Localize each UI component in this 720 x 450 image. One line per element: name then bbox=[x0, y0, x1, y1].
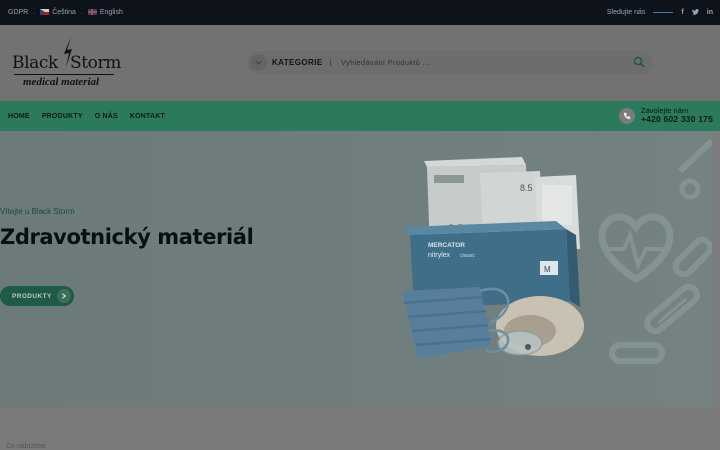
follow-label: Sledujte nás bbox=[606, 9, 646, 16]
nav-item-kontakt[interactable]: KONTAKT bbox=[130, 113, 165, 120]
products-button-label: PRODUKTY bbox=[12, 292, 52, 300]
logo-tagline: medical material bbox=[23, 76, 100, 88]
svg-text:nitrylex: nitrylex bbox=[428, 252, 451, 259]
linkedin-icon[interactable]: in bbox=[707, 9, 713, 16]
svg-text:M: M bbox=[544, 265, 551, 274]
thermometer-icon bbox=[644, 283, 700, 335]
page-scrollbar[interactable] bbox=[712, 131, 720, 407]
svg-text:classic: classic bbox=[460, 253, 476, 259]
category-label[interactable]: KATEGORIE bbox=[272, 51, 323, 74]
lightning-bolt-icon bbox=[64, 37, 72, 67]
nav-items: HOME PRODUKTY O NÁS KONTAKT bbox=[8, 101, 165, 131]
nav-item-o-nas[interactable]: O NÁS bbox=[95, 113, 118, 120]
nav-item-home[interactable]: HOME bbox=[8, 113, 30, 120]
top-bar: GDPR . Čeština . English Sledujte nás f … bbox=[0, 0, 720, 25]
search-bar: KATEGORIE bbox=[247, 51, 653, 74]
logo[interactable]: Black Storm medical material bbox=[12, 37, 121, 89]
syringe-icon bbox=[677, 138, 712, 200]
search-input[interactable] bbox=[341, 54, 621, 71]
language-english[interactable]: English bbox=[87, 9, 123, 16]
hero-banner: Vítejte u Black Storm Zdravotnický mater… bbox=[0, 131, 712, 407]
content-section: Co nabízíme bbox=[0, 407, 720, 450]
facebook-icon[interactable]: f bbox=[681, 9, 683, 16]
hero-illustration: 8.5 8.5 MERCATOR nitrylex classic M bbox=[402, 138, 712, 364]
svg-text:MERCATOR: MERCATOR bbox=[428, 242, 465, 249]
language-czech[interactable]: Čeština bbox=[40, 9, 76, 16]
phone-number[interactable]: +420 602 330 175 bbox=[641, 115, 713, 125]
svg-text:8.5: 8.5 bbox=[520, 183, 533, 193]
social-links: Sledujte nás f in bbox=[607, 0, 713, 25]
phone-icon bbox=[619, 108, 636, 124]
uk-flag-icon bbox=[87, 9, 97, 16]
bandage-icon bbox=[672, 236, 712, 278]
heart-pulse-icon bbox=[598, 213, 674, 284]
logo-rule bbox=[14, 74, 114, 75]
phone-text: Zavolejte nám +420 602 330 175 bbox=[641, 106, 713, 125]
products-button[interactable]: PRODUKTY bbox=[0, 286, 74, 306]
follow-line bbox=[653, 12, 674, 13]
language-czech-label: Čeština bbox=[52, 9, 76, 16]
top-bar-left: GDPR . Čeština . English bbox=[8, 0, 123, 25]
hero-title: Zdravotnický materiál bbox=[0, 225, 254, 249]
search-icon[interactable] bbox=[633, 56, 645, 68]
nav-item-produkty[interactable]: PRODUKTY bbox=[42, 113, 83, 120]
czech-flag-icon bbox=[40, 9, 50, 16]
phone-contact[interactable]: Zavolejte nám +420 602 330 175 bbox=[619, 105, 713, 127]
chevron-down-icon bbox=[255, 60, 262, 65]
category-dropdown-button[interactable] bbox=[250, 54, 267, 71]
logo-brand-left: Black bbox=[12, 53, 58, 73]
twitter-icon[interactable] bbox=[691, 8, 699, 17]
site-header: Black Storm medical material KATEGORIE bbox=[0, 25, 720, 101]
main-nav: HOME PRODUKTY O NÁS KONTAKT Zavolejte ná… bbox=[0, 101, 720, 131]
gdpr-link[interactable]: GDPR bbox=[8, 9, 28, 16]
search-divider bbox=[330, 59, 331, 66]
chevron-right-icon bbox=[57, 289, 71, 303]
separator: . bbox=[80, 9, 83, 16]
section-teaser: Co nabízíme bbox=[6, 443, 46, 450]
separator: . bbox=[33, 9, 36, 16]
hero-welcome: Vítejte u Black Storm bbox=[0, 207, 75, 216]
language-english-label: English bbox=[99, 9, 123, 16]
pill-icon bbox=[609, 342, 665, 364]
